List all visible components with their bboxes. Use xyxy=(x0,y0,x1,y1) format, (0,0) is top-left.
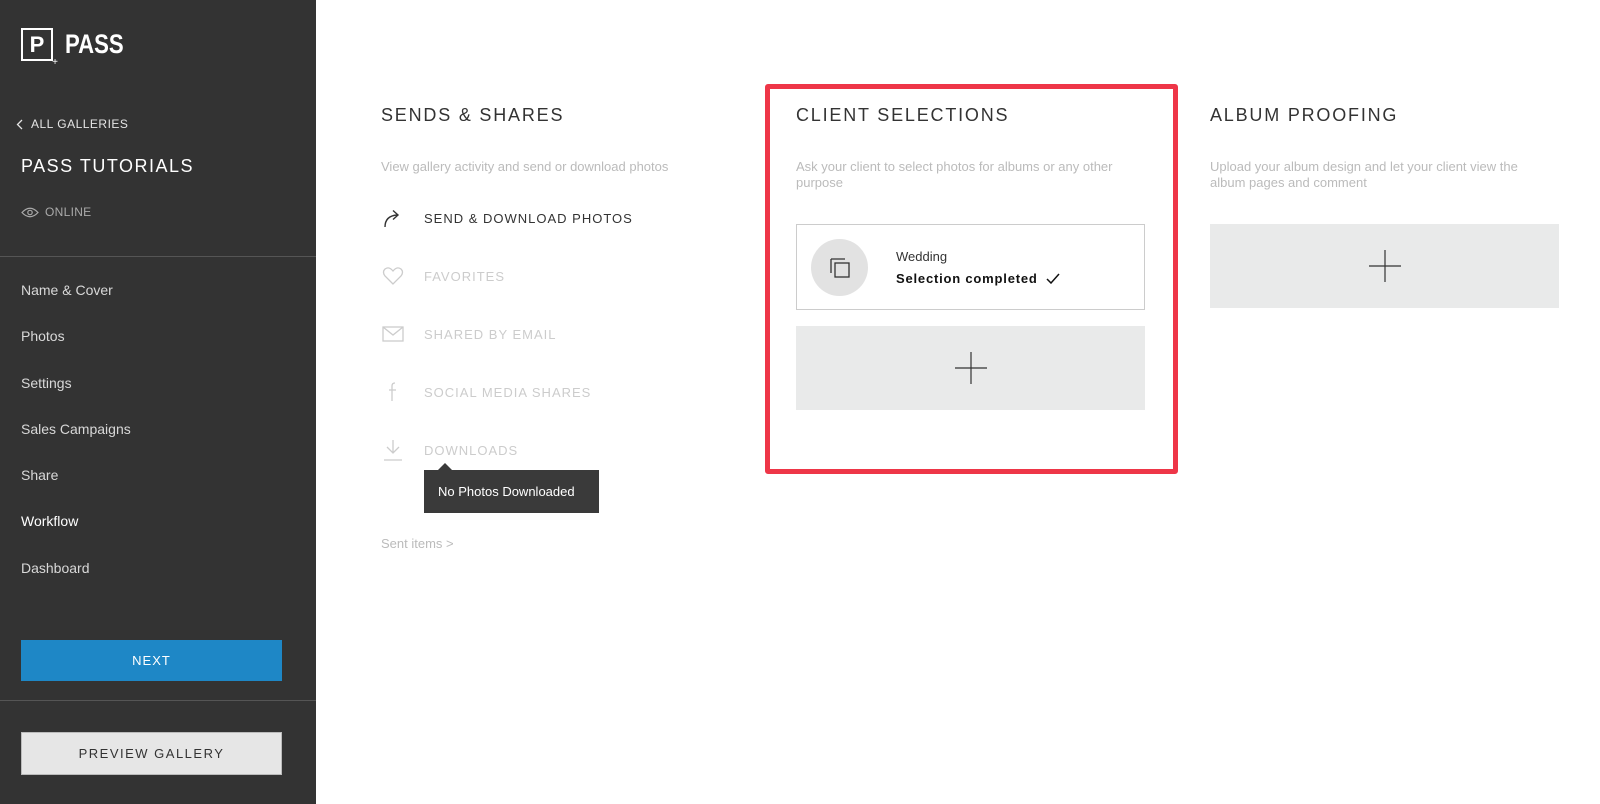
send-download-photos-action[interactable]: SEND & DOWNLOAD PHOTOS xyxy=(381,206,633,230)
chevron-left-icon xyxy=(16,119,23,129)
shared-by-email-label: SHARED BY EMAIL xyxy=(424,326,557,342)
selection-name: Wedding xyxy=(896,249,948,264)
album-proofing-title: ALBUM PROOFING xyxy=(1210,105,1399,125)
gallery-status: ONLINE xyxy=(21,205,91,219)
logo-mark: P xyxy=(21,28,58,68)
client-selections-description: Ask your client to select photos for alb… xyxy=(796,159,1113,191)
sidebar-item-sales-campaigns[interactable]: Sales Campaigns xyxy=(21,421,131,467)
preview-gallery-button[interactable]: PREVIEW GALLERY xyxy=(21,732,282,775)
downloads-label: DOWNLOADS xyxy=(424,442,519,458)
selection-thumbnail xyxy=(811,239,868,296)
album-proofing-description-line2: album pages and comment xyxy=(1210,175,1367,190)
social-media-shares-action[interactable]: SOCIAL MEDIA SHARES xyxy=(381,380,591,404)
sidebar-item-name-cover[interactable]: Name & Cover xyxy=(21,282,131,328)
favorites-action[interactable]: FAVORITES xyxy=(381,264,505,288)
eye-icon xyxy=(21,207,39,217)
sidebar-item-workflow[interactable]: Workflow xyxy=(21,513,131,559)
status-label: ONLINE xyxy=(45,205,92,219)
client-selections-description-line2: purpose xyxy=(796,175,843,190)
sidebar-item-dashboard[interactable]: Dashboard xyxy=(21,560,131,606)
logo-text: PASS xyxy=(65,29,124,59)
social-media-shares-label: SOCIAL MEDIA SHARES xyxy=(424,384,592,400)
sidebar-item-settings[interactable]: Settings xyxy=(21,375,131,421)
heart-icon xyxy=(381,264,405,288)
all-galleries-link[interactable]: ALL GALLERIES xyxy=(16,117,128,131)
download-icon xyxy=(381,438,405,462)
next-button[interactable]: NEXT xyxy=(21,640,282,681)
sidebar-nav: Name & Cover Photos Settings Sales Campa… xyxy=(21,282,131,606)
sidebar-divider xyxy=(0,256,316,257)
sends-shares-description: View gallery activity and send or downlo… xyxy=(381,159,669,174)
all-galleries-label: ALL GALLERIES xyxy=(31,117,129,131)
facebook-icon xyxy=(381,380,405,404)
add-album-button[interactable] xyxy=(1210,224,1559,308)
downloads-action[interactable]: DOWNLOADS xyxy=(381,438,518,462)
plus-icon xyxy=(954,352,987,384)
album-proofing-description-line1: Upload your album design and let your cl… xyxy=(1210,159,1518,174)
envelope-icon xyxy=(381,322,405,346)
album-proofing-description: Upload your album design and let your cl… xyxy=(1210,159,1518,191)
sidebar: P PASS ALL GALLERIES PASS TUTORIALS ONLI… xyxy=(0,0,316,804)
copy-icon xyxy=(829,257,850,278)
gallery-title: PASS TUTORIALS xyxy=(21,156,195,176)
sent-items-link[interactable]: Sent items > xyxy=(381,536,454,551)
sends-shares-title: SENDS & SHARES xyxy=(381,105,565,125)
client-selections-description-line1: Ask your client to select photos for alb… xyxy=(796,159,1113,174)
share-arrow-icon xyxy=(381,206,405,230)
client-selections-title: CLIENT SELECTIONS xyxy=(796,105,1010,125)
checkmark-icon xyxy=(1046,273,1060,284)
selection-card-wedding[interactable]: Wedding Selection completed xyxy=(796,224,1145,310)
sidebar-item-share[interactable]: Share xyxy=(21,467,131,513)
plus-icon xyxy=(1368,250,1401,282)
sidebar-item-photos[interactable]: Photos xyxy=(21,328,131,374)
shared-by-email-action[interactable]: SHARED BY EMAIL xyxy=(381,322,557,346)
downloads-tooltip: No Photos Downloaded xyxy=(424,463,599,513)
pass-logo[interactable]: P PASS xyxy=(21,28,137,68)
send-download-photos-label: SEND & DOWNLOAD PHOTOS xyxy=(424,210,633,226)
favorites-label: FAVORITES xyxy=(424,268,505,284)
add-selection-button[interactable] xyxy=(796,326,1145,410)
selection-status: Selection completed xyxy=(896,271,1060,286)
sidebar-divider-bottom xyxy=(0,700,316,701)
selection-status-label: Selection completed xyxy=(896,271,1038,286)
